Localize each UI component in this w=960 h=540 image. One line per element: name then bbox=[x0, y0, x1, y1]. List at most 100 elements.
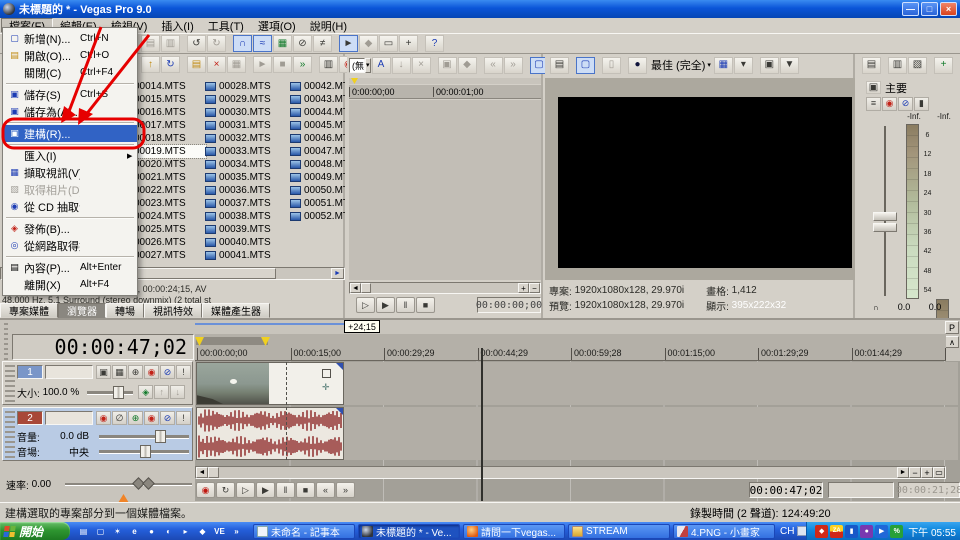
delete-icon[interactable]: × bbox=[207, 56, 226, 73]
file-item[interactable]: 00029.MTS bbox=[203, 93, 291, 106]
rate-slider[interactable] bbox=[65, 483, 192, 485]
master-fader-icon[interactable]: ≡ bbox=[866, 97, 881, 111]
file-menu-item[interactable]: ▢ 新增(N)... Ctrl+N bbox=[3, 30, 137, 47]
track-grip[interactable] bbox=[5, 365, 15, 403]
track-mute-icon[interactable]: ⊘ bbox=[160, 411, 175, 425]
loop-playback-button[interactable]: ↻ bbox=[216, 482, 235, 498]
play-button[interactable]: ▶ bbox=[256, 482, 275, 498]
collapse-track-keyframes-icon[interactable]: ↓ bbox=[170, 385, 185, 399]
save-markers-icon[interactable]: A bbox=[372, 57, 391, 74]
track-pan-slider[interactable] bbox=[99, 450, 189, 453]
scroll-right-arrow-icon[interactable]: ► bbox=[331, 268, 344, 279]
dim-output-icon[interactable]: ▧ bbox=[908, 57, 927, 74]
timeline-scrollbar[interactable]: ◄ ► − + ▭ bbox=[195, 466, 946, 479]
external-monitor-icon[interactable]: ▢ bbox=[576, 57, 595, 74]
track-fx-icon[interactable]: ◈ bbox=[138, 385, 153, 399]
transport-end-timecode[interactable]: 00:00:21;28 bbox=[898, 482, 960, 498]
file-menu-item[interactable]: ▦ 擷取視訊(V)... bbox=[3, 164, 137, 181]
taskbar-window-button[interactable]: 請問一下vegas... bbox=[463, 524, 565, 539]
scroll-left-arrow-icon[interactable]: ◄ bbox=[196, 467, 208, 478]
video-overlays-icon[interactable]: ▦ bbox=[714, 57, 733, 74]
tray-shield-icon[interactable]: ◆ bbox=[815, 525, 828, 538]
taskbar-window-button[interactable]: 未命名 - 記事本 bbox=[253, 524, 355, 539]
audio-event[interactable] bbox=[196, 407, 344, 460]
file-menu-item[interactable]: ▣ 儲存(S) Ctrl+S bbox=[3, 86, 137, 103]
ql-ie-icon[interactable]: e bbox=[127, 524, 142, 539]
zoom-edit-tool-icon[interactable]: + bbox=[399, 35, 418, 52]
file-item[interactable]: 00043.MTS bbox=[288, 93, 345, 106]
slider-thumb[interactable] bbox=[113, 386, 124, 399]
ql-media-icon[interactable]: ▸ bbox=[178, 524, 193, 539]
file-menu-item[interactable]: ◎ 從網路取得媒體(G)... bbox=[3, 237, 137, 254]
current-position-display[interactable]: 00:00:47;02 bbox=[12, 334, 194, 360]
event-pan-crop-icon[interactable] bbox=[322, 369, 331, 378]
event-edge-handle[interactable] bbox=[336, 363, 343, 370]
file-item[interactable]: 00035.MTS bbox=[203, 171, 291, 184]
track-grip[interactable] bbox=[5, 411, 15, 459]
ql-firefox-icon[interactable]: ◐ bbox=[161, 524, 176, 539]
undo-icon[interactable]: ↺ bbox=[187, 35, 206, 52]
timeline-zoom-out-icon[interactable]: − bbox=[909, 467, 921, 478]
file-menu-item[interactable]: ▤ 開啟(O)... Ctrl+O bbox=[3, 47, 137, 64]
taskbar-window-button[interactable]: 未標題的 * - Ve... bbox=[358, 524, 460, 539]
title-bar[interactable]: 未標題的 * - Vegas Pro 9.0 — □ × bbox=[0, 0, 960, 18]
track-motion-icon[interactable]: ⊕ bbox=[128, 365, 143, 379]
save-snapshot-icon[interactable]: ▼ bbox=[780, 57, 799, 74]
lock-envelopes-icon[interactable]: ⊘ bbox=[293, 35, 312, 52]
track-solo-icon[interactable]: ! bbox=[176, 411, 191, 425]
master-fader-handle[interactable] bbox=[873, 212, 897, 233]
ql-more-chevron-icon[interactable]: » bbox=[229, 524, 244, 539]
language-indicator[interactable]: CH bbox=[780, 526, 794, 537]
dock-tab[interactable]: 轉場 bbox=[106, 303, 144, 318]
edit-media-icon[interactable]: ◆ bbox=[458, 57, 477, 74]
play-from-start-button[interactable]: ▷ bbox=[356, 297, 375, 313]
ql-folder-icon[interactable]: ▤ bbox=[76, 524, 91, 539]
enable-snapping-icon[interactable]: ∩ bbox=[233, 35, 252, 52]
menu-bar-item[interactable]: 插入(I) bbox=[154, 18, 200, 33]
trimmer-zoom-in-icon[interactable]: + bbox=[518, 283, 529, 293]
file-item[interactable]: 00031.MTS bbox=[203, 119, 291, 132]
go-to-end-button[interactable]: » bbox=[336, 482, 355, 498]
ql-browser-icon[interactable]: ● bbox=[144, 524, 159, 539]
file-item[interactable]: 00033.MTS bbox=[203, 145, 291, 158]
video-track-header[interactable]: 1 ▣▦⊕◉⊘! 大小: 100.0 % ◈↑↓ bbox=[2, 361, 193, 405]
start-button[interactable]: 開始 bbox=[0, 522, 70, 540]
file-item[interactable]: 00048.MTS bbox=[288, 158, 345, 171]
file-menu-item[interactable]: 匯入(I) ▶ bbox=[3, 147, 137, 164]
trimmer-scrollbar[interactable]: ◄ + − bbox=[349, 282, 541, 294]
file-item[interactable]: 00034.MTS bbox=[203, 158, 291, 171]
trimmer-marker-icon[interactable] bbox=[351, 78, 358, 84]
event-fx-icon[interactable]: ✛ bbox=[322, 383, 331, 392]
maximize-button[interactable]: □ bbox=[921, 2, 938, 16]
slider-thumb[interactable] bbox=[140, 445, 151, 458]
envelope-edit-tool-icon[interactable]: ◆ bbox=[359, 35, 378, 52]
track-name-field[interactable] bbox=[45, 365, 93, 379]
open-in-audio-editor-icon[interactable]: ↓ bbox=[392, 57, 411, 74]
file-item[interactable]: 00040.MTS bbox=[203, 236, 291, 249]
playhead[interactable] bbox=[481, 348, 483, 501]
tray-network-icon[interactable]: ▮ bbox=[845, 525, 858, 538]
quality-caret-icon[interactable]: ▾ bbox=[707, 61, 711, 69]
up-one-level-icon[interactable]: ↑ bbox=[141, 56, 160, 73]
file-item[interactable]: 00050.MTS bbox=[288, 184, 345, 197]
expand-track-keyframes-icon[interactable]: ↑ bbox=[154, 385, 169, 399]
preview-quality-label[interactable]: 最佳 (完全) bbox=[651, 57, 705, 73]
file-menu-item[interactable]: ◈ 發佈(B)... bbox=[3, 220, 137, 237]
file-item[interactable]: 00041.MTS bbox=[203, 249, 291, 262]
master-fader-track[interactable] bbox=[884, 126, 886, 296]
insert-bus-icon[interactable]: + bbox=[934, 57, 953, 74]
fader-lock-icon[interactable]: ∩ bbox=[873, 303, 889, 312]
whats-this-help-icon[interactable]: ? bbox=[425, 35, 444, 52]
trimmer-display-area[interactable] bbox=[349, 100, 541, 280]
preview-quality-icon[interactable]: ● bbox=[628, 57, 647, 74]
file-menu-item[interactable]: 關閉(C) Ctrl+F4 bbox=[3, 64, 137, 81]
track-mute-icon[interactable]: ⊘ bbox=[160, 365, 175, 379]
slider-thumb[interactable] bbox=[155, 430, 166, 443]
video-event[interactable]: ✛ bbox=[196, 362, 344, 405]
taskbar-window-button[interactable]: STREAM bbox=[568, 524, 670, 539]
scroll-right-arrow-icon[interactable]: ► bbox=[897, 467, 909, 478]
play-button[interactable]: ▶ bbox=[376, 297, 395, 313]
go-to-start-button[interactable]: « bbox=[316, 482, 335, 498]
trimmer-media-combo[interactable]: (無 bbox=[349, 58, 365, 73]
track-size-slider[interactable] bbox=[87, 391, 133, 394]
